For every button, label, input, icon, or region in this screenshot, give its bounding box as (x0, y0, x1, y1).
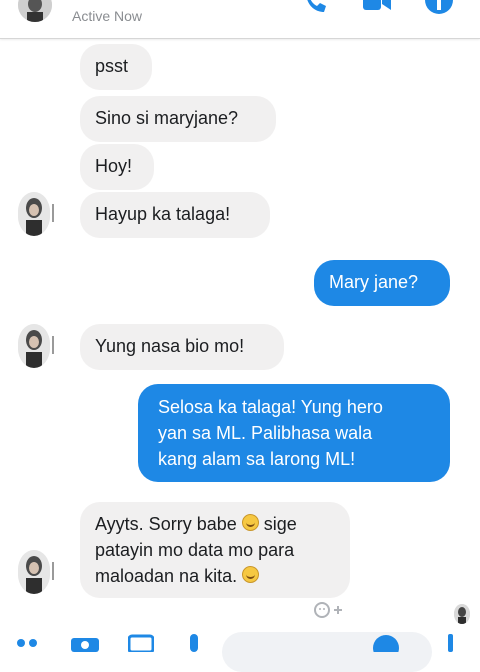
message-incoming[interactable]: Hayup ka talaga! (80, 192, 270, 238)
message-outgoing[interactable]: Selosa ka talaga! Yung hero yan sa ML. P… (138, 384, 450, 482)
message-text-line: yan sa ML. Palibhasa wala (158, 423, 373, 443)
composer-bar (0, 628, 480, 672)
sender-avatar[interactable] (18, 550, 50, 594)
message-incoming[interactable]: Ayyts. Sorry babe sige patayin mo data m… (80, 502, 350, 598)
message-text-line: patayin mo data mo para (95, 540, 295, 560)
message-incoming[interactable]: Sino si maryjane? (80, 96, 276, 142)
message-incoming[interactable]: Hoy! (80, 144, 154, 190)
message-thread[interactable]: psst Sino si maryjane? Hoy! Hayup ka tal… (0, 38, 480, 618)
message-text: Hoy! (95, 156, 133, 176)
message-text: Yung nasa bio mo! (95, 336, 245, 356)
message-incoming[interactable]: psst (80, 44, 152, 90)
mic-icon[interactable] (186, 634, 202, 657)
message-text-line: kang alam sa larong ML! (158, 449, 356, 469)
grinning-face-emoji-icon (241, 514, 259, 531)
sender-avatar[interactable] (18, 192, 50, 236)
info-icon[interactable] (424, 0, 454, 21)
grinning-face-emoji-icon (242, 566, 260, 583)
message-text: Sino si maryjane? (95, 108, 239, 128)
message-outgoing[interactable]: Mary jane? (314, 260, 450, 306)
message-text-line: Selosa ka talaga! Yung hero (158, 397, 383, 417)
message-text: Mary jane? (329, 272, 419, 292)
active-status: Active Now (72, 8, 143, 24)
avatar-divider (52, 336, 54, 354)
avatar-divider (52, 204, 54, 222)
contact-avatar[interactable] (18, 0, 52, 22)
emoji-icon[interactable] (372, 634, 400, 661)
like-icon[interactable] (440, 634, 460, 657)
message-input[interactable] (222, 632, 432, 672)
chat-header: Active Now (0, 0, 480, 39)
gallery-icon[interactable] (127, 634, 155, 657)
message-text: Hayup ka talaga! (95, 204, 231, 224)
video-call-icon[interactable] (362, 0, 392, 21)
add-reaction-icon[interactable] (314, 602, 344, 623)
message-text: psst (95, 56, 129, 76)
message-text: maloadan na kita. (95, 566, 238, 586)
message-text-line: maloadan na kita. (95, 563, 335, 589)
phone-icon[interactable] (302, 0, 328, 21)
seen-receipt-avatar (454, 604, 470, 624)
message-incoming[interactable]: Yung nasa bio mo! (80, 324, 284, 370)
message-text: Ayyts. Sorry babe (95, 514, 237, 534)
message-text-line: Ayyts. Sorry babe sige (95, 511, 335, 537)
sender-avatar[interactable] (18, 324, 50, 368)
message-text: sige (263, 514, 297, 534)
avatar-divider (52, 562, 54, 580)
menu-dots-icon[interactable] (16, 634, 42, 657)
camera-icon[interactable] (70, 634, 100, 657)
